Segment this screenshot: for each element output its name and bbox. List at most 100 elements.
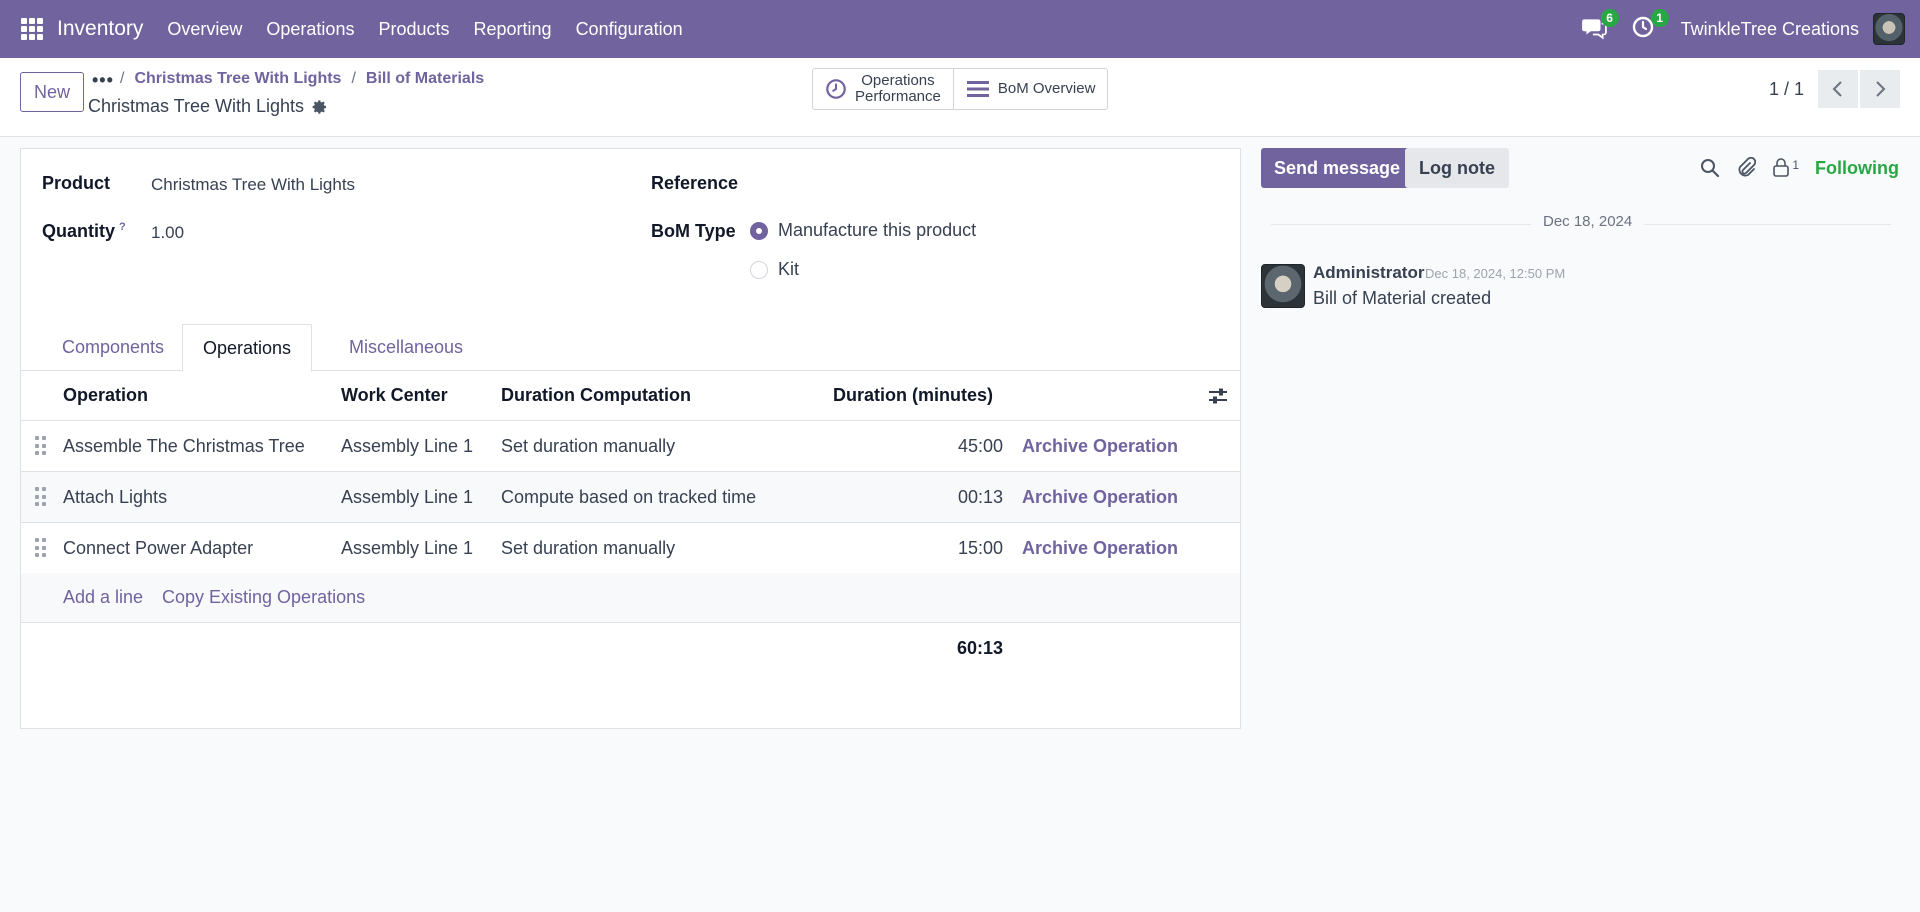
archive-operation-button[interactable]: Archive Operation (1022, 523, 1178, 573)
optional-columns-icon[interactable] (1208, 387, 1228, 405)
bom-type-option-label: Kit (778, 259, 800, 279)
bom-type-option-label: Manufacture this product (778, 220, 977, 240)
lock-user-icon (1773, 158, 1790, 177)
bom-overview-button[interactable]: BoM Overview (952, 69, 1108, 109)
duration-computation-cell[interactable]: Compute based on tracked time (501, 472, 756, 522)
gear-icon[interactable] (312, 99, 328, 115)
chatter-toolbar: 1 Following (1700, 148, 1899, 188)
user-avatar[interactable] (1873, 13, 1905, 45)
breadcrumb-separator: / (351, 70, 356, 87)
record-title: Christmas Tree With Lights (88, 96, 305, 116)
drag-handle-icon[interactable] (35, 487, 47, 507)
chevron-right-icon (1876, 81, 1886, 97)
copy-existing-operations-link[interactable]: Copy Existing Operations (162, 573, 365, 622)
menu-configuration[interactable]: Configuration (564, 19, 695, 40)
help-icon[interactable]: ? (119, 221, 126, 233)
author-avatar[interactable] (1261, 264, 1305, 308)
pager-next-button[interactable] (1860, 70, 1900, 108)
clock-icon (826, 79, 846, 99)
duration-cell[interactable]: 00:13 (871, 472, 1003, 522)
column-header-operation[interactable]: Operation (63, 371, 148, 420)
tab-operations[interactable]: Operations (182, 324, 313, 372)
operations-performance-label: Operations Performance (855, 71, 941, 105)
message-author[interactable]: Administrator (1313, 263, 1424, 283)
record-title-row: Christmas Tree With Lights (88, 96, 328, 117)
add-a-line-link[interactable]: Add a line (63, 573, 143, 622)
add-line-row: Add a line Copy Existing Operations (21, 573, 1240, 623)
operation-cell[interactable]: Connect Power Adapter (63, 523, 253, 573)
table-row[interactable]: Assemble The Christmas Tree Assembly Lin… (21, 421, 1240, 472)
table-row[interactable]: Connect Power Adapter Assembly Line 1 Se… (21, 523, 1240, 574)
column-header-duration-computation[interactable]: Duration Computation (501, 371, 691, 420)
bom-type-manufacture-radio[interactable]: Manufacture this product (750, 220, 976, 241)
message-date: Dec 18, 2024, 12:50 PM (1425, 266, 1566, 281)
messages-icon[interactable]: 6 (1581, 9, 1619, 43)
pager-previous-button[interactable] (1818, 70, 1858, 108)
bom-type-label: BoM Type (651, 221, 736, 241)
operations-performance-button[interactable]: Operations Performance (813, 69, 953, 109)
menu-overview[interactable]: Overview (155, 19, 254, 40)
drag-handle-icon[interactable] (35, 538, 47, 558)
column-header-work-center[interactable]: Work Center (341, 371, 448, 420)
pager: 1 / 1 (1769, 70, 1900, 108)
operation-cell[interactable]: Assemble The Christmas Tree (63, 421, 305, 471)
activities-badge: 1 (1650, 9, 1669, 27)
work-center-cell[interactable]: Assembly Line 1 (341, 472, 473, 522)
breadcrumb-bom[interactable]: Bill of Materials (366, 70, 484, 88)
duration-cell[interactable]: 15:00 (871, 523, 1003, 573)
work-center-cell[interactable]: Assembly Line 1 (341, 421, 473, 471)
activities-clock-icon[interactable]: 1 (1631, 9, 1669, 43)
table-total-row: 60:13 (21, 623, 1240, 673)
more-actions-icon[interactable]: ••• (92, 70, 114, 91)
followers-button[interactable]: 1 (1772, 158, 1799, 178)
message-body: Bill of Material created (1313, 288, 1492, 308)
duration-cell[interactable]: 45:00 (871, 421, 1003, 471)
top-navbar: Inventory Overview Operations Products R… (0, 0, 1920, 58)
duration-computation-cell[interactable]: Set duration manually (501, 421, 675, 471)
messages-badge: 6 (1600, 9, 1619, 27)
bom-type-kit-radio[interactable]: Kit (750, 259, 799, 280)
chevron-left-icon (1832, 81, 1842, 97)
menu-reporting[interactable]: Reporting (462, 19, 564, 40)
app-name[interactable]: Inventory (57, 17, 143, 41)
archive-operation-button[interactable]: Archive Operation (1022, 421, 1178, 471)
company-switcher[interactable]: TwinkleTree Creations (1681, 19, 1859, 40)
reference-label: Reference (651, 173, 739, 193)
following-button[interactable]: Following (1815, 158, 1899, 179)
search-icon[interactable] (1700, 158, 1720, 178)
archive-operation-button[interactable]: Archive Operation (1022, 472, 1178, 522)
operation-cell[interactable]: Attach Lights (63, 472, 167, 522)
product-label: Product (42, 173, 111, 193)
form-sheet: Product Christmas Tree With Lights Quant… (20, 148, 1241, 729)
log-note-button[interactable]: Log note (1405, 148, 1509, 188)
table-row[interactable]: Attach Lights Assembly Line 1 Compute ba… (21, 472, 1240, 523)
menu-operations[interactable]: Operations (254, 19, 366, 40)
radio-selected-icon (750, 221, 768, 240)
breadcrumb: / Christmas Tree With Lights / Bill of M… (120, 70, 484, 88)
tab-miscellaneous[interactable]: Miscellaneous (329, 324, 483, 371)
send-message-button[interactable]: Send message (1261, 148, 1414, 188)
followers-count: 1 (1792, 158, 1800, 172)
bom-overview-label: BoM Overview (997, 79, 1096, 97)
breadcrumb-product[interactable]: Christmas Tree With Lights (134, 70, 341, 88)
menu-products[interactable]: Products (366, 19, 461, 40)
column-header-duration[interactable]: Duration (minutes) (833, 371, 993, 420)
chatter: Send message Log note 1 Following Dec 18… (1261, 148, 1920, 548)
tab-components[interactable]: Components (42, 324, 184, 371)
duration-computation-cell[interactable]: Set duration manually (501, 523, 675, 573)
breadcrumb-separator: / (120, 70, 125, 87)
total-duration: 60:13 (956, 637, 1003, 658)
table-header: Operation Work Center Duration Computati… (21, 371, 1240, 421)
work-center-cell[interactable]: Assembly Line 1 (341, 523, 473, 573)
quantity-field[interactable]: 1.00 (151, 223, 184, 243)
product-field[interactable]: Christmas Tree With Lights (151, 175, 355, 195)
drag-handle-icon[interactable] (35, 436, 47, 456)
apps-menu-icon[interactable] (21, 18, 43, 40)
new-button[interactable]: New (20, 72, 84, 112)
smart-buttons: Operations Performance BoM Overview (812, 68, 1109, 110)
paperclip-icon[interactable] (1736, 157, 1757, 179)
radio-unselected-icon (750, 260, 768, 279)
pager-value[interactable]: 1 / 1 (1769, 79, 1804, 100)
quantity-label-row: Quantity? (42, 221, 126, 242)
date-separator-label: Dec 18, 2024 (1531, 213, 1645, 230)
